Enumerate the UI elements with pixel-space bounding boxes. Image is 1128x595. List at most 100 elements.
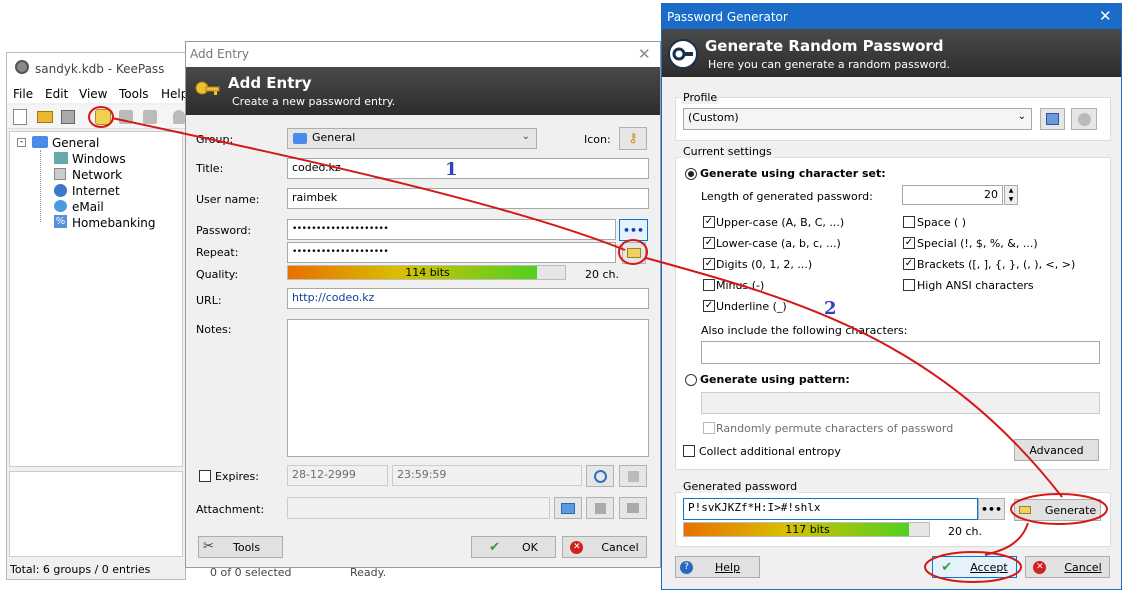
group-label: Group: [196, 133, 234, 146]
close-icon[interactable]: ✕ [1099, 7, 1112, 25]
cancel-button[interactable]: ✕ Cancel [562, 536, 647, 558]
also-include-field[interactable] [701, 341, 1100, 364]
delete-icon [1077, 112, 1091, 126]
high-ansi-checkbox[interactable] [903, 279, 915, 291]
dots-icon: ••• [622, 223, 645, 237]
tree-item-email[interactable]: eMail [72, 200, 104, 214]
check-icon: ✔ [489, 539, 501, 555]
menu-file[interactable]: File [13, 87, 33, 101]
charset-radio-label: Generate using character set: [700, 167, 886, 180]
find-icon[interactable] [173, 110, 185, 124]
special-label: Special (!, $, %, &, ...) [917, 237, 1038, 250]
status-bar-text: Total: 6 groups / 0 entries [10, 563, 151, 576]
lowercase-label: Lower-case (a, b, c, ...) [716, 237, 841, 250]
remove-icon [627, 503, 639, 513]
pattern-radio[interactable] [685, 374, 697, 386]
username-field[interactable]: raimbek [287, 188, 649, 209]
add-entry-header-subtitle: Create a new password entry. [232, 95, 396, 108]
group-select[interactable]: General ⌄ [287, 128, 537, 149]
permute-checkbox[interactable] [703, 422, 715, 434]
show-generated-button[interactable]: ••• [978, 498, 1005, 520]
tree-item-network[interactable]: Network [72, 168, 122, 182]
delete-profile-button[interactable] [1071, 108, 1097, 130]
charset-radio[interactable] [685, 168, 697, 180]
length-stepper[interactable]: ▲ ▼ [1004, 185, 1018, 205]
entropy-checkbox[interactable] [683, 445, 695, 457]
underline-checkbox[interactable]: ✓ [703, 300, 715, 312]
close-icon[interactable]: ✕ [638, 45, 651, 63]
generated-label: Generated password [681, 480, 800, 493]
profile-select[interactable]: (Custom) ⌄ [683, 108, 1032, 130]
tree-root-general[interactable]: General [52, 136, 99, 150]
pattern-field[interactable] [701, 392, 1100, 414]
length-field[interactable]: 20 [902, 185, 1003, 205]
expires-date-field[interactable]: 28-12-2999 [287, 465, 388, 486]
lowercase-checkbox[interactable]: ✓ [703, 237, 715, 249]
permute-label: Randomly permute characters of password [716, 422, 954, 435]
group-tree: - General Windows Network Internet eMail… [9, 131, 183, 467]
tree-collapse-icon[interactable]: - [17, 138, 26, 147]
url-field[interactable]: http://codeo.kz [287, 288, 649, 309]
title-field[interactable]: codeo.kz [287, 158, 649, 179]
chevron-down-icon: ⌄ [521, 131, 530, 142]
delete-entry-icon[interactable] [143, 110, 157, 124]
password-generator-icon [627, 248, 641, 258]
key-icon [668, 39, 698, 69]
uppercase-checkbox[interactable]: ✓ [703, 216, 715, 228]
accept-button[interactable]: ✔ Accept [932, 556, 1017, 578]
digits-checkbox[interactable]: ✓ [703, 258, 715, 270]
ok-button[interactable]: ✔ OK [471, 536, 556, 558]
tools-button[interactable]: ✂ Tools [198, 536, 283, 558]
icon-picker-button[interactable]: ⚷ [619, 127, 647, 150]
space-checkbox[interactable] [903, 216, 915, 228]
password-field[interactable]: •••••••••••••••••••• [287, 219, 616, 240]
save-profile-button[interactable] [1040, 108, 1065, 130]
advanced-button-label: Advanced [1029, 443, 1084, 457]
current-settings-label: Current settings [681, 145, 774, 158]
tree-item-homebanking[interactable]: Homebanking [72, 216, 156, 230]
digits-label: Digits (0, 1, 2, ...) [716, 258, 813, 271]
help-button[interactable]: ? Help [675, 556, 760, 578]
tree-item-windows[interactable]: Windows [72, 152, 126, 166]
notes-label: Notes: [196, 323, 232, 336]
quality-chars: 20 ch. [585, 268, 620, 281]
generated-password-field[interactable]: P!svKJKZf*H:I>#!shlx [683, 498, 978, 520]
brackets-checkbox[interactable]: ✓ [903, 258, 915, 270]
edit-entry-icon[interactable] [119, 110, 133, 124]
pwgen-window-title: Password Generator [667, 10, 788, 24]
uppercase-label: Upper-case (A, B, C, ...) [716, 216, 845, 229]
special-checkbox[interactable]: ✓ [903, 237, 915, 249]
attach-file-button[interactable] [554, 497, 582, 519]
attachment-field[interactable] [287, 497, 550, 519]
check-icon: ✔ [941, 559, 953, 575]
menu-tools[interactable]: Tools [119, 87, 149, 101]
expiry-presets-button[interactable] [586, 465, 614, 487]
show-password-button[interactable]: ••• [619, 219, 648, 241]
quality-label: Quality: [196, 268, 239, 281]
repeat-field[interactable]: •••••••••••••••••••• [287, 242, 616, 263]
cancel-icon: ✕ [1033, 560, 1047, 574]
save-attachment-button[interactable] [586, 497, 614, 519]
expires-checkbox[interactable] [199, 470, 211, 482]
open-icon[interactable] [37, 111, 53, 123]
notes-field[interactable] [287, 319, 649, 457]
also-include-label: Also include the following characters: [701, 324, 908, 337]
advanced-button[interactable]: Advanced [1014, 439, 1099, 461]
email-icon [54, 200, 67, 212]
expires-time-field[interactable]: 23:59:59 [392, 465, 582, 486]
pwgen-cancel-button[interactable]: ✕ Cancel [1025, 556, 1110, 578]
generate-password-button[interactable] [622, 242, 646, 264]
expiry-calendar-button[interactable] [619, 465, 647, 487]
add-entry-header: Add Entry Create a new password entry. [186, 67, 660, 115]
save-icon[interactable] [61, 110, 75, 124]
add-entry-icon[interactable] [95, 109, 111, 125]
remove-attachment-button[interactable] [619, 497, 647, 519]
menu-edit[interactable]: Edit [45, 87, 68, 101]
profile-label: Profile [681, 91, 720, 104]
ok-button-label: OK [522, 540, 538, 554]
minus-checkbox[interactable] [703, 279, 715, 291]
new-icon[interactable] [13, 109, 27, 125]
generate-button[interactable]: Generate [1014, 499, 1101, 521]
tree-item-internet[interactable]: Internet [72, 184, 120, 198]
menu-view[interactable]: View [79, 87, 107, 101]
